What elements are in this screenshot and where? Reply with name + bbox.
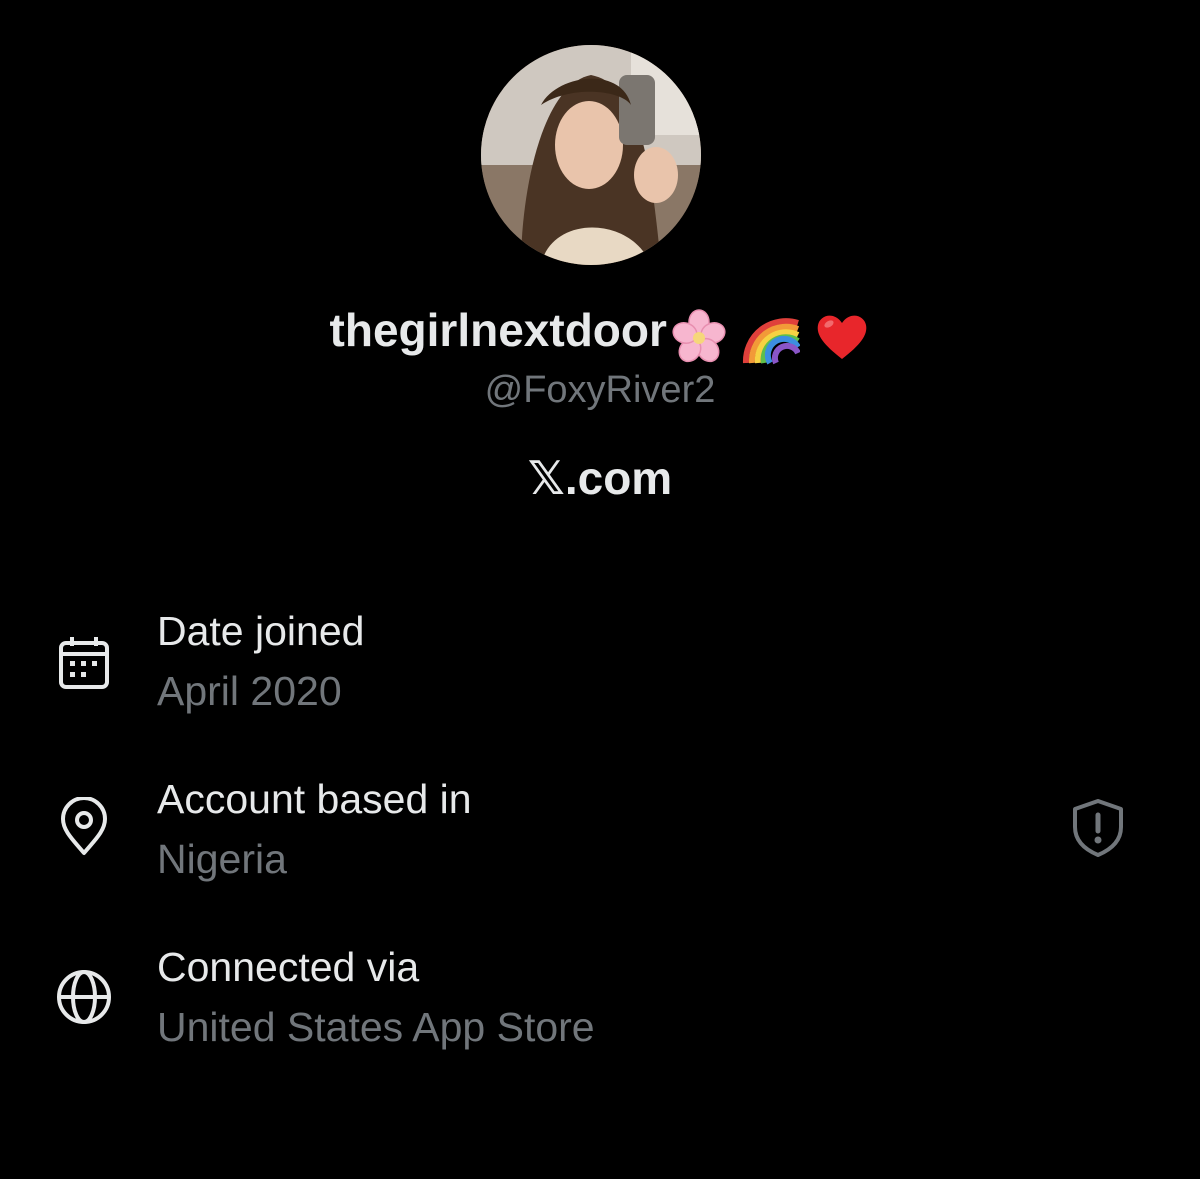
globe-icon <box>57 970 111 1024</box>
cherry-blossom-emoji <box>672 309 726 362</box>
date-joined-value: April 2020 <box>157 668 342 714</box>
calendar-icon <box>59 637 109 689</box>
avatar-photo <box>481 45 701 265</box>
account-based-in-value: Nigeria <box>157 836 287 882</box>
account-based-in-row: Account based in Nigeria <box>0 771 1200 911</box>
date-joined-label: Date joined <box>157 608 365 654</box>
account-based-in-label: Account based in <box>157 776 472 822</box>
shield-alert-icon[interactable] <box>1068 797 1128 859</box>
connected-via-label: Connected via <box>157 944 420 990</box>
location-pin-icon <box>61 797 107 855</box>
red-heart-emoji <box>818 315 867 359</box>
profile-avatar[interactable] <box>481 45 701 265</box>
display-name-emojis <box>669 303 871 365</box>
site-label: 𝕏.com <box>527 452 673 504</box>
connected-via-value: United States App Store <box>157 1004 595 1050</box>
profile-handle[interactable]: @FoxyRiver2 <box>0 365 1200 415</box>
rainbow-emoji <box>742 317 800 365</box>
connected-via-row: Connected via United States App Store <box>0 939 1200 1079</box>
display-name-line: thegirlnextdoor <box>0 300 1200 365</box>
display-name: thegirlnextdoor <box>329 304 667 356</box>
date-joined-row: Date joined April 2020 <box>0 603 1200 743</box>
